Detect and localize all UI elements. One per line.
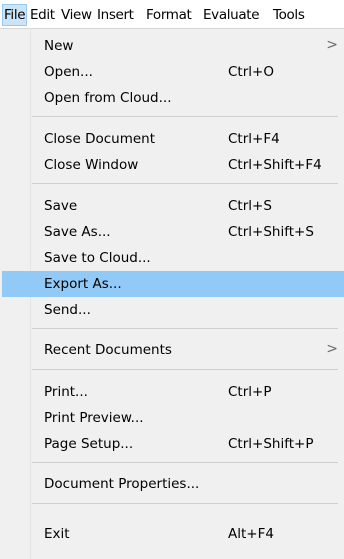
menu-item-label: Page Setup... (44, 436, 134, 452)
menu-separator (32, 328, 338, 329)
menu-item-label: Save (44, 198, 78, 214)
menu-item-shortcut: Ctrl+Shift+S (228, 224, 314, 240)
menu-item-close-window[interactable]: Close Window Ctrl+Shift+F4 (2, 152, 344, 178)
menu-item-open[interactable]: Open... Ctrl+O (2, 59, 344, 85)
menu-item-label: Export As... (44, 276, 122, 292)
menu-format[interactable]: Format (146, 5, 192, 25)
menu-item-label: Close Window (44, 157, 139, 173)
menu-item-print[interactable]: Print... Ctrl+P (2, 379, 344, 405)
menu-view[interactable]: View (61, 5, 92, 25)
menu-separator (32, 369, 338, 370)
menu-item-send[interactable]: Send... (2, 297, 344, 323)
menu-insert[interactable]: Insert (97, 5, 134, 25)
menu-item-label: New (44, 38, 74, 54)
menu-item-save-to-cloud[interactable]: Save to Cloud... (2, 245, 344, 271)
menu-item-label: Close Document (44, 131, 156, 147)
menu-item-save[interactable]: Save Ctrl+S (2, 193, 344, 219)
menu-separator (32, 503, 338, 504)
menu-item-print-preview[interactable]: Print Preview... (2, 405, 344, 431)
menu-item-save-as[interactable]: Save As... Ctrl+Shift+S (2, 219, 344, 245)
menu-item-shortcut: Ctrl+Shift+P (228, 436, 314, 452)
menu-item-export-as[interactable]: Export As... (2, 271, 344, 297)
menu-item-label: Open from Cloud... (44, 90, 172, 106)
menu-bar: File Edit View Insert Format Evaluate To… (0, 0, 344, 28)
menu-separator (32, 116, 338, 117)
menu-item-shortcut: Ctrl+S (228, 198, 272, 214)
menu-item-page-setup[interactable]: Page Setup... Ctrl+Shift+P (2, 431, 344, 457)
menu-item-shortcut: Alt+F4 (228, 526, 274, 542)
menu-item-document-properties[interactable]: Document Properties... (2, 471, 344, 497)
menu-item-label: Save As... (44, 224, 111, 240)
menu-item-label: Save to Cloud... (44, 250, 151, 266)
menu-item-new[interactable]: New > (2, 33, 344, 59)
menu-item-exit[interactable]: Exit Alt+F4 (2, 521, 344, 547)
menu-tools[interactable]: Tools (273, 5, 305, 25)
submenu-arrow-icon: > (326, 37, 338, 53)
menu-item-label: Open... (44, 64, 93, 80)
menu-item-shortcut: Ctrl+F4 (228, 131, 280, 147)
menu-item-label: Send... (44, 302, 91, 318)
menu-item-shortcut: Ctrl+P (228, 384, 272, 400)
menu-item-label: Exit (44, 526, 70, 542)
menu-item-label: Print... (44, 384, 88, 400)
menu-item-open-from-cloud[interactable]: Open from Cloud... (2, 85, 344, 111)
menu-evaluate[interactable]: Evaluate (203, 5, 260, 25)
menu-edit[interactable]: Edit (30, 5, 55, 25)
menu-item-shortcut: Ctrl+O (228, 64, 274, 80)
menu-separator (32, 183, 338, 184)
menu-item-label: Document Properties... (44, 476, 200, 492)
menu-item-label: Print Preview... (44, 410, 144, 426)
menu-item-label: Recent Documents (44, 342, 172, 358)
menu-separator (32, 462, 338, 463)
menu-item-shortcut: Ctrl+Shift+F4 (228, 157, 322, 173)
menu-file[interactable]: File (1, 4, 28, 26)
menu-item-recent-documents[interactable]: Recent Documents > (2, 337, 344, 363)
menu-item-close-document[interactable]: Close Document Ctrl+F4 (2, 126, 344, 152)
file-menu-dropdown: New > Open... Ctrl+O Open from Cloud... … (0, 28, 344, 559)
submenu-arrow-icon: > (326, 341, 338, 357)
